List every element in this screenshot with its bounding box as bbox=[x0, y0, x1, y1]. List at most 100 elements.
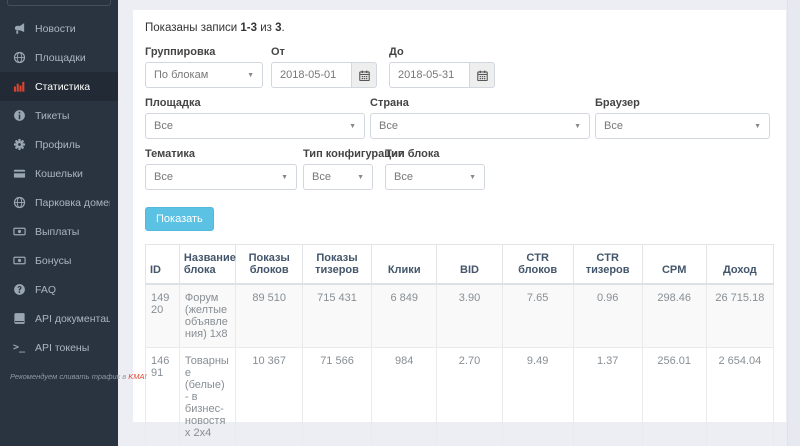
terminal-icon: >_ bbox=[13, 342, 28, 353]
sidebar-note: Рекомендуем сливать трафик в KMA! bbox=[0, 362, 118, 381]
sidebar-item-domain-parking[interactable]: Парковка доменов bbox=[0, 188, 118, 217]
wallet-icon bbox=[13, 167, 28, 180]
cell-block-shows: 89 510 bbox=[236, 284, 303, 348]
sidebar-item-bonuses[interactable]: Бонусы bbox=[0, 246, 118, 275]
sidebar-item-label: Кошельки bbox=[35, 168, 83, 180]
column-header-teaser-shows[interactable]: Показы тизеров bbox=[302, 245, 371, 285]
column-header-ctr-blocks[interactable]: CTR блоков bbox=[502, 245, 573, 285]
date-from-label: От bbox=[271, 46, 377, 58]
config-type-filter: Тип конфигурации Все ▼ bbox=[303, 148, 373, 190]
column-header-clicks[interactable]: Клики bbox=[372, 245, 437, 285]
browser-filter: Браузер Все ▼ bbox=[595, 97, 770, 139]
bar-chart-icon bbox=[13, 80, 28, 93]
content-area: Показаны записи 1-3 из 3. Группировка По… bbox=[118, 0, 800, 446]
column-header-block-shows[interactable]: Показы блоков bbox=[236, 245, 303, 285]
chevron-down-icon: ▼ bbox=[247, 72, 254, 79]
grouping-label: Группировка bbox=[145, 46, 263, 58]
theme-select[interactable]: Все ▼ bbox=[145, 164, 297, 190]
column-header-id[interactable]: ID bbox=[146, 245, 180, 285]
sidebar-item-tickets[interactable]: Тикеты bbox=[0, 101, 118, 130]
column-header-block-name[interactable]: Название блока bbox=[179, 245, 236, 285]
show-button[interactable]: Показать bbox=[145, 207, 214, 231]
info-icon bbox=[13, 109, 28, 122]
sidebar-item-api-tokens[interactable]: >_ API токены bbox=[0, 333, 118, 362]
column-header-cpm[interactable]: CPM bbox=[642, 245, 706, 285]
sidebar-top-divider bbox=[7, 0, 111, 6]
summary-suffix: . bbox=[282, 22, 285, 34]
browser-label: Браузер bbox=[595, 97, 770, 109]
chevron-down-icon: ▼ bbox=[469, 174, 476, 181]
calendar-icon bbox=[359, 70, 370, 81]
filter-row-3: Тематика Все ▼ Тип конфигурации Все ▼ Ти… bbox=[145, 148, 774, 190]
cell-ctr-teasers: 1.37 bbox=[573, 348, 642, 446]
book-icon bbox=[13, 312, 28, 325]
cell-cpm: 256.01 bbox=[642, 348, 706, 446]
platform-value: Все bbox=[154, 120, 173, 132]
summary-mid: из bbox=[257, 22, 275, 34]
sidebar-item-label: Статистика bbox=[35, 81, 90, 93]
block-type-label: Тип блока bbox=[385, 148, 485, 160]
platform-label: Площадка bbox=[145, 97, 365, 109]
question-icon bbox=[13, 283, 28, 296]
cell-clicks: 984 bbox=[372, 348, 437, 446]
sidebar-item-label: FAQ bbox=[35, 284, 56, 296]
country-select[interactable]: Все ▼ bbox=[370, 113, 590, 139]
summary-range: 1-3 bbox=[240, 22, 257, 34]
platform-filter: Площадка Все ▼ bbox=[145, 97, 365, 139]
calendar-icon-button[interactable] bbox=[469, 62, 495, 88]
block-type-select[interactable]: Все ▼ bbox=[385, 164, 485, 190]
date-from-input[interactable]: 2018-05-01 bbox=[271, 62, 351, 88]
filter-row-2: Площадка Все ▼ Страна Все ▼ Браузер Все … bbox=[145, 97, 774, 139]
column-header-bid[interactable]: BID bbox=[437, 245, 502, 285]
browser-select[interactable]: Все ▼ bbox=[595, 113, 770, 139]
config-type-select[interactable]: Все ▼ bbox=[303, 164, 373, 190]
column-header-income[interactable]: Доход bbox=[706, 245, 773, 285]
sidebar-item-statistics[interactable]: Статистика bbox=[0, 72, 118, 101]
block-type-filter: Тип блока Все ▼ bbox=[385, 148, 485, 190]
sidebar-item-label: API документация bbox=[35, 313, 110, 325]
gears-icon bbox=[13, 138, 28, 151]
cell-clicks: 6 849 bbox=[372, 284, 437, 348]
sidebar-item-label: Профиль bbox=[35, 139, 80, 151]
sidebar-item-label: Выплаты bbox=[35, 226, 79, 238]
browser-value: Все bbox=[604, 120, 623, 132]
grouping-value: По блокам bbox=[154, 69, 208, 81]
sidebar-item-wallets[interactable]: Кошельки bbox=[0, 159, 118, 188]
column-header-ctr-teasers[interactable]: CTR тизеров bbox=[573, 245, 642, 285]
sidebar-item-payouts[interactable]: Выплаты bbox=[0, 217, 118, 246]
globe-icon bbox=[13, 51, 28, 64]
summary-prefix: Показаны записи bbox=[145, 22, 240, 34]
cell-ctr-teasers: 0.96 bbox=[573, 284, 642, 348]
config-type-value: Все bbox=[312, 171, 331, 183]
cell-bid: 3.90 bbox=[437, 284, 502, 348]
chevron-down-icon: ▼ bbox=[754, 123, 761, 130]
grouping-filter: Группировка По блокам ▼ bbox=[145, 46, 263, 88]
money-icon bbox=[13, 254, 28, 267]
sidebar-item-platforms[interactable]: Площадки bbox=[0, 43, 118, 72]
sidebar-item-api-docs[interactable]: API документация bbox=[0, 304, 118, 333]
block-type-value: Все bbox=[394, 171, 413, 183]
sidebar-item-label: Тикеты bbox=[35, 110, 69, 122]
cell-teaser-shows: 715 431 bbox=[302, 284, 371, 348]
sidebar-item-label: Новости bbox=[35, 23, 76, 35]
platform-select[interactable]: Все ▼ bbox=[145, 113, 365, 139]
calendar-icon-button[interactable] bbox=[351, 62, 377, 88]
cell-block-name: Товарные (белые) - в бизнес-новостях 2x4 bbox=[179, 348, 236, 446]
sidebar-item-profile[interactable]: Профиль bbox=[0, 130, 118, 159]
sidebar-item-news[interactable]: Новости bbox=[0, 14, 118, 43]
megaphone-icon bbox=[13, 22, 28, 35]
date-to-input[interactable]: 2018-05-31 bbox=[389, 62, 469, 88]
cell-teaser-shows: 71 566 bbox=[302, 348, 371, 446]
sidebar-item-label: Парковка доменов bbox=[35, 197, 110, 209]
sidebar-item-label: API токены bbox=[35, 342, 89, 354]
sidebar-note-link[interactable]: KMA! bbox=[128, 372, 146, 381]
cell-bid: 2.70 bbox=[437, 348, 502, 446]
sidebar: Новости Площадки Статистика Тикеты Профи… bbox=[0, 0, 118, 446]
chevron-down-icon: ▼ bbox=[574, 123, 581, 130]
sidebar-item-faq[interactable]: FAQ bbox=[0, 275, 118, 304]
chevron-down-icon: ▼ bbox=[281, 174, 288, 181]
grouping-select[interactable]: По блокам ▼ bbox=[145, 62, 263, 88]
date-from-filter: От 2018-05-01 bbox=[271, 46, 377, 88]
config-type-label: Тип конфигурации bbox=[303, 148, 373, 160]
scrollbar-track[interactable] bbox=[787, 0, 800, 446]
